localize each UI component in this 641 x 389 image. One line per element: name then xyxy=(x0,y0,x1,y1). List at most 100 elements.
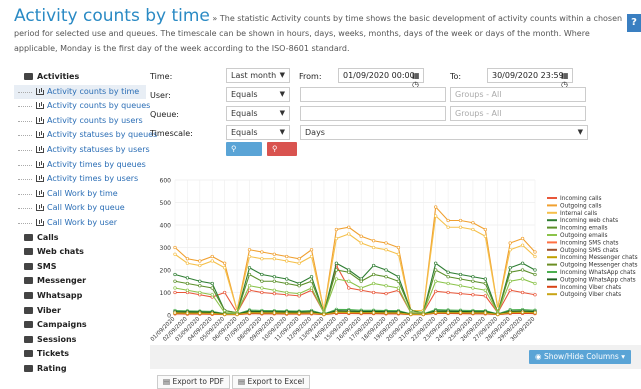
folder-icon xyxy=(24,291,33,299)
data-point xyxy=(223,266,227,270)
data-point xyxy=(185,281,190,286)
timescale-operator-select[interactable]: Equals ▼ xyxy=(226,125,290,140)
data-point xyxy=(347,286,351,290)
user-groups-select[interactable]: Groups - All xyxy=(450,87,586,102)
user-input[interactable] xyxy=(300,87,446,102)
legend-label: Incoming WhatsApp chats xyxy=(560,270,636,276)
sidebar-item-label: Call Work by user xyxy=(47,217,118,227)
data-point xyxy=(260,250,264,254)
show-hide-columns-button[interactable]: ◉ Show/Hide Columns ▾ xyxy=(529,350,631,364)
queue-input[interactable] xyxy=(300,106,446,121)
data-point xyxy=(520,261,525,265)
sidebar-group-label: Viber xyxy=(37,305,61,315)
time-select[interactable]: Last month ▼ xyxy=(226,68,290,83)
timescale-value: Days xyxy=(305,128,325,137)
search-button[interactable]: ⚲ Search xyxy=(226,142,262,167)
folder-icon xyxy=(24,321,33,329)
data-point xyxy=(533,272,537,277)
data-point xyxy=(322,312,326,316)
sidebar-group-label: Messenger xyxy=(37,276,87,286)
search-icon: ⚲ xyxy=(231,144,237,153)
tree-connector xyxy=(18,106,32,108)
chevron-down-icon: ▼ xyxy=(279,128,285,136)
export-pdf-button[interactable]: ▤ Export to PDF xyxy=(157,375,230,389)
data-point xyxy=(520,243,525,247)
data-point xyxy=(185,311,190,315)
sidebar-item-activity-statuses-by-queues[interactable]: Activity statuses by queues xyxy=(14,128,157,143)
data-point xyxy=(247,248,252,252)
sidebar-group-messenger[interactable]: Messenger xyxy=(14,274,146,289)
data-point xyxy=(173,286,177,290)
data-point xyxy=(260,290,264,295)
data-point xyxy=(260,311,264,315)
data-point xyxy=(272,311,276,315)
data-point xyxy=(396,311,401,315)
data-point xyxy=(471,227,475,232)
caret-down-icon: ▾ xyxy=(618,352,625,361)
legend-label: Outgoing calls xyxy=(560,203,602,209)
data-point xyxy=(260,272,264,277)
data-point xyxy=(173,272,177,277)
data-point xyxy=(173,252,177,256)
sidebar-group-whatsapp[interactable]: Whatsapp xyxy=(14,289,146,304)
user-operator-select[interactable]: Equals ▼ xyxy=(226,87,290,102)
data-point xyxy=(384,291,388,296)
sidebar-item-activity-counts-by-queues[interactable]: Activity counts by queues xyxy=(14,99,150,114)
data-point xyxy=(223,261,227,265)
sidebar-group-sessions[interactable]: Sessions xyxy=(14,333,146,348)
data-point xyxy=(210,259,214,263)
sidebar-item-call-work-by-time[interactable]: Call Work by time xyxy=(14,187,146,202)
data-point xyxy=(371,239,376,243)
search-icon: ⚲ xyxy=(272,144,278,153)
sidebar-item-activity-times-by-users[interactable]: Activity times by users xyxy=(14,172,146,187)
data-point xyxy=(446,225,450,229)
sidebar-item-activity-counts-by-time[interactable]: Activity counts by time xyxy=(14,84,146,100)
data-point xyxy=(508,248,512,252)
sidebar-group-label: Whatsapp xyxy=(37,290,83,300)
user-operator-value: Equals xyxy=(231,90,258,99)
bar-chart-icon xyxy=(36,102,44,110)
data-point xyxy=(446,218,450,223)
data-point xyxy=(496,312,500,316)
chevron-down-icon: ▼ xyxy=(279,109,285,117)
sidebar-group-tickets[interactable]: Tickets xyxy=(14,347,146,362)
sidebar-group-activities[interactable]: Activities xyxy=(14,70,146,85)
sidebar-item-activity-times-by-queues[interactable]: Activity times by queues xyxy=(14,158,146,173)
time-select-value: Last month xyxy=(231,71,277,80)
sidebar-group-calls[interactable]: Calls xyxy=(14,231,146,246)
data-point xyxy=(384,284,388,288)
sidebar-item-activity-statuses-by-users[interactable]: Activity statuses by users xyxy=(14,143,150,158)
sidebar-group-label: Sessions xyxy=(37,334,77,344)
data-point xyxy=(272,279,276,283)
queue-groups-select[interactable]: Groups - All xyxy=(450,106,586,121)
sidebar-group-campaigns[interactable]: Campaigns xyxy=(14,318,146,333)
sidebar-group-web-chats[interactable]: Web chats xyxy=(14,245,146,260)
clear-button[interactable]: ⚲ Clear xyxy=(267,142,297,167)
sidebar-group-label: Activities xyxy=(37,72,80,81)
sidebar-group-label: Calls xyxy=(37,232,59,242)
queue-operator-select[interactable]: Equals ▼ xyxy=(226,106,290,121)
data-point xyxy=(446,311,450,315)
sidebar-group-viber[interactable]: Viber xyxy=(14,304,146,319)
data-point xyxy=(359,241,363,245)
title-bar: Activity counts by time » The statistic … xyxy=(0,0,641,53)
data-point xyxy=(434,279,438,283)
data-point xyxy=(371,311,376,315)
legend-label: Outgoing Messenger chats xyxy=(560,263,638,269)
help-button[interactable]: ? xyxy=(627,14,641,32)
legend-label: Internal calls xyxy=(560,211,597,217)
sidebar-item-call-work-by-queue[interactable]: Call Work by queue xyxy=(14,201,146,216)
series-line xyxy=(174,262,536,315)
legend-label: Incoming Messenger chats xyxy=(560,255,638,261)
y-tick-label: 500 xyxy=(160,200,172,207)
sidebar-item-activity-counts-by-users[interactable]: Activity counts by users xyxy=(14,114,146,129)
timescale-select[interactable]: Days ▼ xyxy=(300,125,588,140)
data-point xyxy=(260,279,264,283)
sidebar-group-rating[interactable]: Rating xyxy=(14,362,146,377)
data-point xyxy=(533,311,537,315)
export-excel-button[interactable]: ▤ Export to Excel xyxy=(232,375,311,389)
data-point xyxy=(533,268,537,272)
eye-icon: ◉ xyxy=(535,352,544,361)
sidebar-item-call-work-by-user[interactable]: Call Work by user xyxy=(14,216,146,231)
sidebar-group-sms[interactable]: SMS xyxy=(14,260,146,275)
